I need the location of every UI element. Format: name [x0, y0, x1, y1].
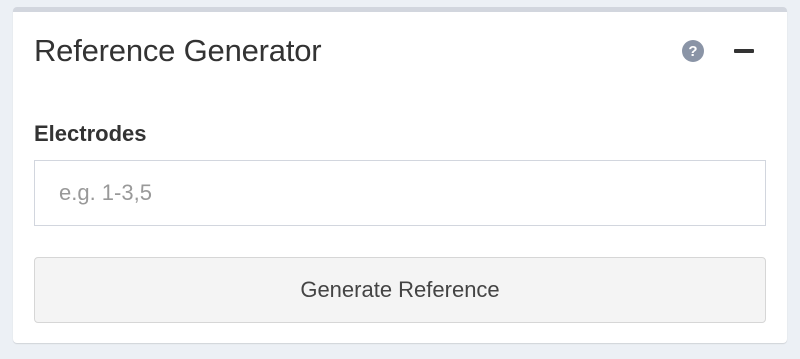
electrodes-label: Electrodes: [34, 121, 147, 146]
question-circle-icon[interactable]: ?: [681, 39, 705, 63]
electrodes-input[interactable]: [34, 160, 766, 226]
panel-title: Reference Generator: [34, 33, 322, 68]
minus-icon[interactable]: [731, 39, 757, 63]
generate-reference-button[interactable]: Generate Reference: [34, 257, 766, 323]
panel-header: Reference Generator ?: [13, 12, 787, 94]
reference-generator-panel: Reference Generator ? Electrodes Generat…: [13, 7, 787, 343]
svg-text:?: ?: [688, 43, 697, 60]
